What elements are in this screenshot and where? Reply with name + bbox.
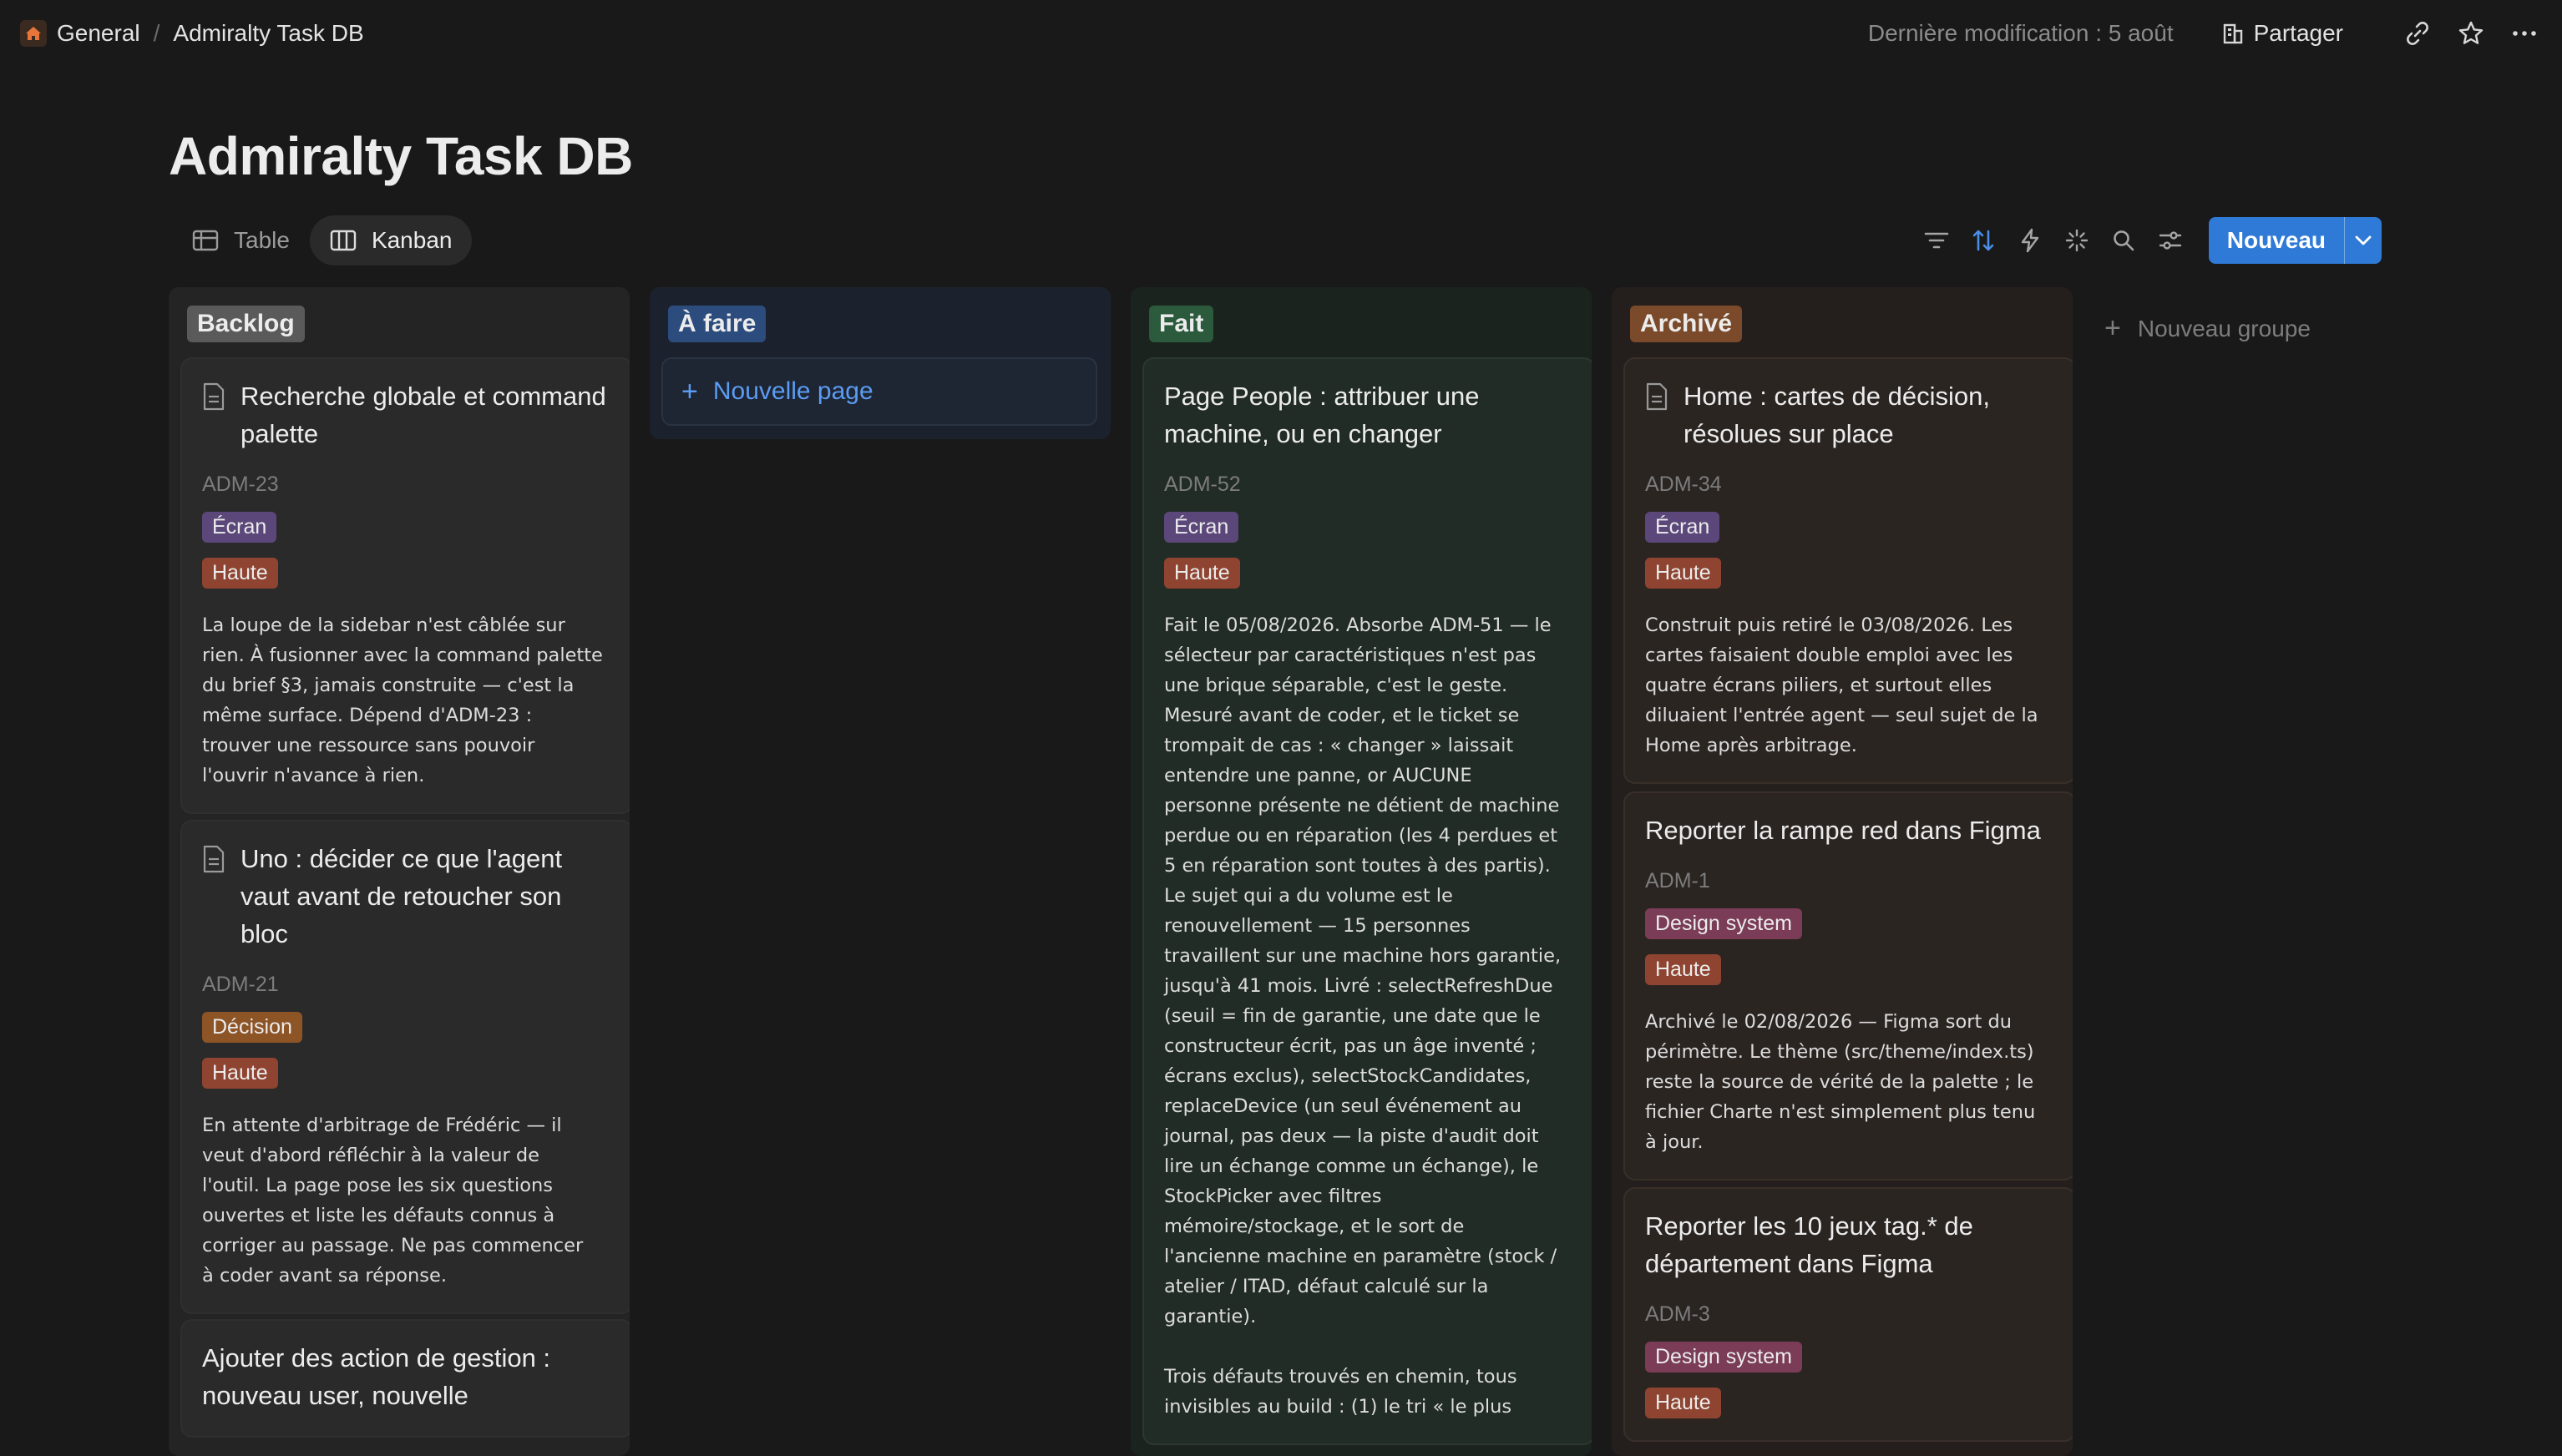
tag-badge: Design system [1645, 908, 1802, 939]
new-page-button[interactable]: + Nouvelle page [661, 357, 1097, 426]
plus-icon: + [2104, 312, 2121, 344]
tab-kanban[interactable]: Kanban [309, 215, 473, 265]
card-title-row: Page People : attribuer une machine, ou … [1164, 377, 1573, 452]
table-icon [192, 230, 219, 251]
breadcrumb-workspace[interactable]: General [57, 20, 140, 47]
group-tag-archive[interactable]: Archivé [1630, 306, 1743, 342]
breadcrumb-page[interactable]: Admiralty Task DB [173, 20, 363, 47]
breadcrumb: General / Admiralty Task DB [20, 17, 364, 50]
card-id: ADM-3 [1645, 1302, 1710, 1326]
card-title: Uno : décider ce que l'agent vaut avant … [241, 844, 563, 948]
more-icon[interactable] [2510, 19, 2539, 48]
top-bar: General / Admiralty Task DB Dernière mod… [0, 0, 2562, 67]
last-modified-label: Dernière modification : 5 août [1867, 20, 2174, 46]
tab-table-label: Table [234, 227, 290, 253]
page-icon [1646, 382, 1668, 411]
card-id: ADM-21 [202, 973, 279, 996]
card-title: Reporter les 10 jeux tag.* de départemen… [1645, 1211, 1973, 1278]
card-title-row: Reporter les 10 jeux tag.* de départemen… [1645, 1207, 2054, 1282]
card-title: Page People : attribuer une machine, ou … [1164, 382, 1480, 448]
card[interactable]: Uno : décider ce que l'agent vaut avant … [180, 820, 630, 1314]
sort-icon[interactable] [1967, 217, 2000, 264]
card-id: ADM-23 [202, 473, 279, 496]
card[interactable]: Home : cartes de décision, résolues sur … [1623, 357, 2073, 784]
column-fait: Fait Page People : attribuer une machine… [1131, 287, 1592, 1456]
link-icon[interactable] [2403, 19, 2432, 48]
tag-badge: Écran [1645, 512, 1720, 543]
card-description: Construit puis retiré le 03/08/2026. Les… [1645, 614, 2038, 756]
new-button-label[interactable]: Nouveau [2209, 217, 2344, 264]
view-toolbar: Nouveau [1906, 217, 2382, 264]
priority-badge: Haute [1645, 1388, 1721, 1418]
page-icon [203, 845, 225, 873]
tab-kanban-label: Kanban [371, 227, 453, 253]
card-id: ADM-1 [1645, 869, 1710, 892]
card-title: Home : cartes de décision, résolues sur … [1684, 382, 1991, 448]
column-backlog: Backlog Recherche globale et command pal… [169, 287, 630, 1456]
card-title-row: Uno : décider ce que l'agent vaut avant … [202, 840, 611, 953]
card-id: ADM-52 [1164, 473, 1241, 496]
priority-badge: Haute [1645, 954, 1721, 985]
group-tag-fait[interactable]: Fait [1149, 306, 1214, 342]
column-a-faire: À faire + Nouvelle page [650, 287, 1111, 439]
card-title-row: Recherche globale et command palette [202, 377, 611, 452]
priority-badge: Haute [1645, 558, 1721, 589]
breadcrumb-separator: / [153, 20, 160, 46]
chevron-down-icon[interactable] [2344, 217, 2382, 264]
card-title-row: Ajouter des action de gestion : nouveau … [202, 1339, 611, 1414]
tag-badge: Écran [1164, 512, 1239, 543]
home-icon[interactable] [20, 20, 47, 47]
filter-icon[interactable] [1920, 217, 1953, 264]
card-title-row: Home : cartes de décision, résolues sur … [1645, 377, 2054, 452]
page-title: Admiralty Task DB [169, 126, 633, 186]
card-description: Archivé le 02/08/2026 — Figma sort du pé… [1645, 1011, 2036, 1153]
share-button[interactable]: Partager [2220, 20, 2343, 47]
tag-badge: Écran [202, 512, 277, 543]
star-icon[interactable] [2457, 19, 2485, 48]
settings-icon[interactable] [2154, 217, 2187, 264]
new-page-label: Nouvelle page [712, 377, 873, 405]
tag-badge: Décision [202, 1012, 302, 1043]
share-label: Partager [2253, 20, 2343, 46]
group-tag-a-faire[interactable]: À faire [668, 306, 767, 342]
view-tabs: Table Kanban [172, 215, 473, 265]
priority-badge: Haute [202, 558, 278, 589]
search-icon[interactable] [2107, 217, 2140, 264]
kanban-icon [330, 230, 357, 251]
card[interactable]: Reporter la rampe red dans Figma ADM-1 D… [1623, 791, 2073, 1180]
column-archive: Archivé Home : cartes de décision, résol… [1612, 287, 2073, 1456]
new-group-label: Nouveau groupe [2137, 315, 2311, 341]
card-title: Recherche globale et command palette [241, 382, 606, 448]
card-title: Reporter la rampe red dans Figma [1645, 816, 2041, 845]
card[interactable]: Page People : attribuer une machine, ou … [1142, 357, 1592, 1445]
group-tag-backlog[interactable]: Backlog [187, 306, 305, 342]
card-description: En attente d'arbitrage de Frédéric — il … [202, 1115, 584, 1287]
card-description: La loupe de la sidebar n'est câblée sur … [202, 614, 603, 786]
new-group-button[interactable]: + Nouveau groupe [2104, 312, 2311, 345]
card-title-row: Reporter la rampe red dans Figma [1645, 811, 2054, 849]
page-icon [203, 382, 225, 411]
automation-icon[interactable] [2013, 217, 2047, 264]
card-title: Ajouter des action de gestion : nouveau … [202, 1343, 551, 1410]
plus-icon: + [681, 375, 698, 407]
card[interactable]: Reporter les 10 jeux tag.* de départemen… [1623, 1187, 2073, 1442]
ai-icon[interactable] [2060, 217, 2094, 264]
priority-badge: Haute [202, 1058, 278, 1089]
card-description: Fait le 05/08/2026. Absorbe ADM-51 — le … [1164, 614, 1562, 1418]
card-id: ADM-34 [1645, 473, 1722, 496]
priority-badge: Haute [1164, 558, 1240, 589]
card[interactable]: Ajouter des action de gestion : nouveau … [180, 1319, 630, 1438]
new-button[interactable]: Nouveau [2208, 217, 2382, 264]
building-icon [2223, 23, 2242, 44]
tag-badge: Design system [1645, 1342, 1802, 1373]
tab-table[interactable]: Table [172, 215, 310, 265]
card[interactable]: Recherche globale et command palette ADM… [180, 357, 630, 814]
